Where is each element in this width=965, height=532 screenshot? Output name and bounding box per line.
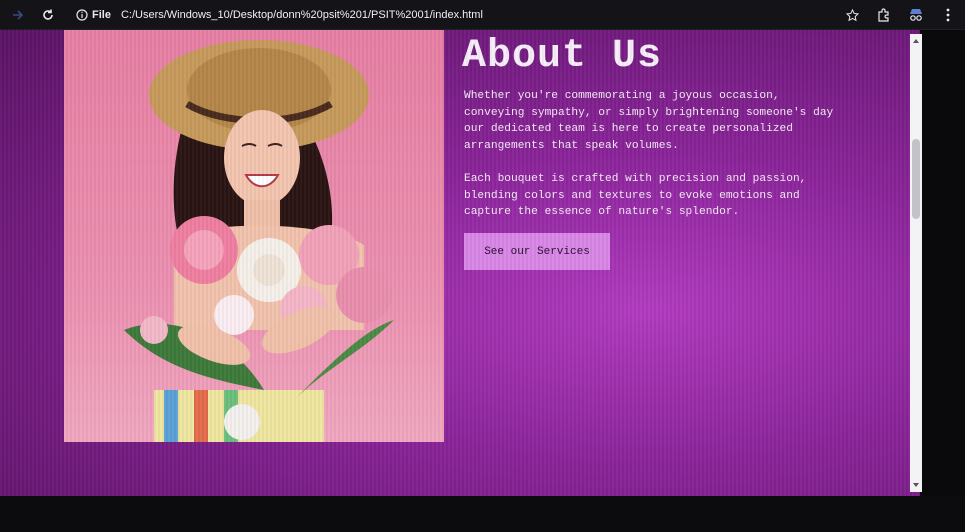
profile-button[interactable]	[907, 6, 925, 24]
page-scrollbar[interactable]	[910, 34, 922, 492]
hero-photo	[64, 30, 444, 442]
caret-up-icon	[913, 39, 919, 43]
address-bar[interactable]: C:/Users/Windows_10/Desktop/donn%20psit%…	[121, 9, 483, 21]
craft-paragraph: Each bouquet is crafted with precision a…	[464, 173, 807, 218]
reload-button[interactable]	[36, 3, 60, 27]
scrollbar-thumb[interactable]	[912, 139, 920, 219]
bookmark-star-button[interactable]	[843, 6, 861, 24]
scroll-up-arrow[interactable]	[910, 36, 922, 46]
incognito-icon	[910, 9, 922, 21]
intro-paragraph: Whether you're commemorating a joyous oc…	[464, 90, 834, 152]
caret-down-icon	[913, 483, 919, 487]
info-icon	[76, 8, 88, 21]
woman-with-flowers-image	[124, 40, 394, 442]
forward-button[interactable]	[6, 3, 30, 27]
browser-toolbar: File C:/Users/Windows_10/Desktop/donn%20…	[0, 0, 965, 30]
reload-icon	[43, 9, 53, 20]
puzzle-icon	[878, 8, 889, 22]
site-info-label: File	[92, 8, 111, 21]
kebab-menu-icon	[946, 8, 950, 22]
extensions-button[interactable]	[875, 6, 893, 24]
screen-bezel	[0, 496, 965, 532]
arrow-right-icon	[13, 9, 24, 20]
see-services-button[interactable]: See our Services	[464, 233, 610, 270]
site-info-chip[interactable]: File	[76, 9, 111, 21]
page-viewport: About Us Whether you're commemorating a …	[0, 30, 920, 496]
menu-button[interactable]	[939, 6, 957, 24]
star-icon	[845, 8, 859, 21]
page-title: About Us	[462, 34, 663, 79]
scroll-down-arrow[interactable]	[910, 480, 922, 490]
